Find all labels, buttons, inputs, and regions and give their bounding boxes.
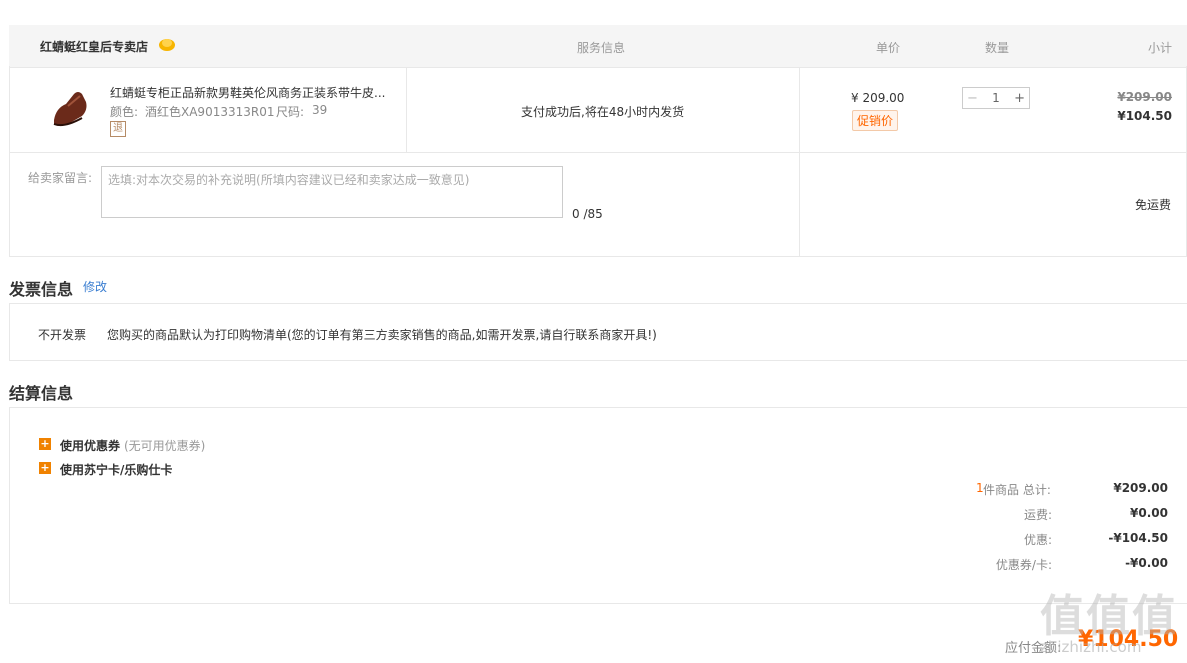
message-label: 给卖家留言: xyxy=(28,171,93,185)
store-name[interactable]: 红蜻蜓红皇后专卖店 xyxy=(40,38,148,55)
product-title[interactable]: 红蜻蜓专柜正品新款男鞋英伦风商务正装系带牛皮... xyxy=(110,84,390,101)
qty-plus-button[interactable]: + xyxy=(1014,91,1025,106)
quantity-stepper[interactable]: − 1 + xyxy=(962,87,1030,109)
expand-plus-icon[interactable]: + xyxy=(39,438,51,450)
product-color-value: 酒红色XA9013313R01 xyxy=(145,105,275,119)
total-label: 件商品 总计: xyxy=(983,483,1051,497)
product-size-label: 尺码: xyxy=(276,105,305,119)
service-info: 支付成功后,将在48小时内发货 xyxy=(521,105,685,119)
site-watermark-url: zhizhizhi.com xyxy=(1040,638,1142,656)
coupon-card-value: -¥0.00 xyxy=(1125,556,1168,570)
invoice-section-title: 发票信息 xyxy=(9,280,74,299)
unit-price: ¥ 209.00 xyxy=(851,91,905,105)
product-color-label: 颜色: xyxy=(110,105,139,119)
col-qty-header: 数量 xyxy=(985,41,1010,55)
promo-badge: 促销价 xyxy=(852,110,899,131)
message-char-counter: 0 /85 xyxy=(572,207,603,221)
seller-message-input[interactable]: 选填:对本次交易的补充说明(所填内容建议已经和卖家达成一致意见) xyxy=(101,166,563,218)
col-subtotal-header: 小计 xyxy=(1148,41,1173,55)
store-badge-icon xyxy=(158,36,176,52)
divider xyxy=(406,67,407,153)
shipping-fee-value: ¥0.00 xyxy=(1130,506,1168,520)
expand-plus-icon[interactable]: + xyxy=(39,462,51,474)
invoice-type: 不开发票 xyxy=(38,328,87,342)
site-watermark: 值值值 xyxy=(1040,591,1178,642)
total-value: ¥209.00 xyxy=(1113,481,1168,495)
qty-minus-button[interactable]: − xyxy=(967,91,978,106)
subtotal: ¥104.50 xyxy=(1117,109,1172,123)
discount-label: 优惠: xyxy=(1023,533,1052,547)
col-service-header: 服务信息 xyxy=(577,41,626,55)
qty-value[interactable]: 1 xyxy=(992,91,1000,105)
shipping-info: 免运费 xyxy=(1135,198,1172,212)
product-size-value: 39 xyxy=(312,103,328,117)
col-price-header: 单价 xyxy=(876,41,901,55)
original-subtotal: ¥209.00 xyxy=(1117,90,1172,104)
use-card-toggle[interactable]: 使用苏宁卡/乐购仕卡 xyxy=(60,461,172,478)
invoice-edit-link[interactable]: 修改 xyxy=(83,278,107,295)
settlement-section-title: 结算信息 xyxy=(9,384,74,403)
coupon-note: (无可用优惠券) xyxy=(124,439,206,453)
invoice-note: 您购买的商品默认为打印购物清单(您的订单有第三方卖家销售的商品,如需开发票,请自… xyxy=(107,328,657,342)
product-thumbnail[interactable] xyxy=(48,82,94,132)
shipping-fee-label: 运费: xyxy=(1023,508,1052,522)
coupon-card-label: 优惠券/卡: xyxy=(995,558,1052,572)
discount-value: -¥104.50 xyxy=(1108,531,1168,545)
return-tag: 退 xyxy=(110,121,126,137)
use-coupon-toggle[interactable]: 使用优惠券 xyxy=(60,437,120,454)
